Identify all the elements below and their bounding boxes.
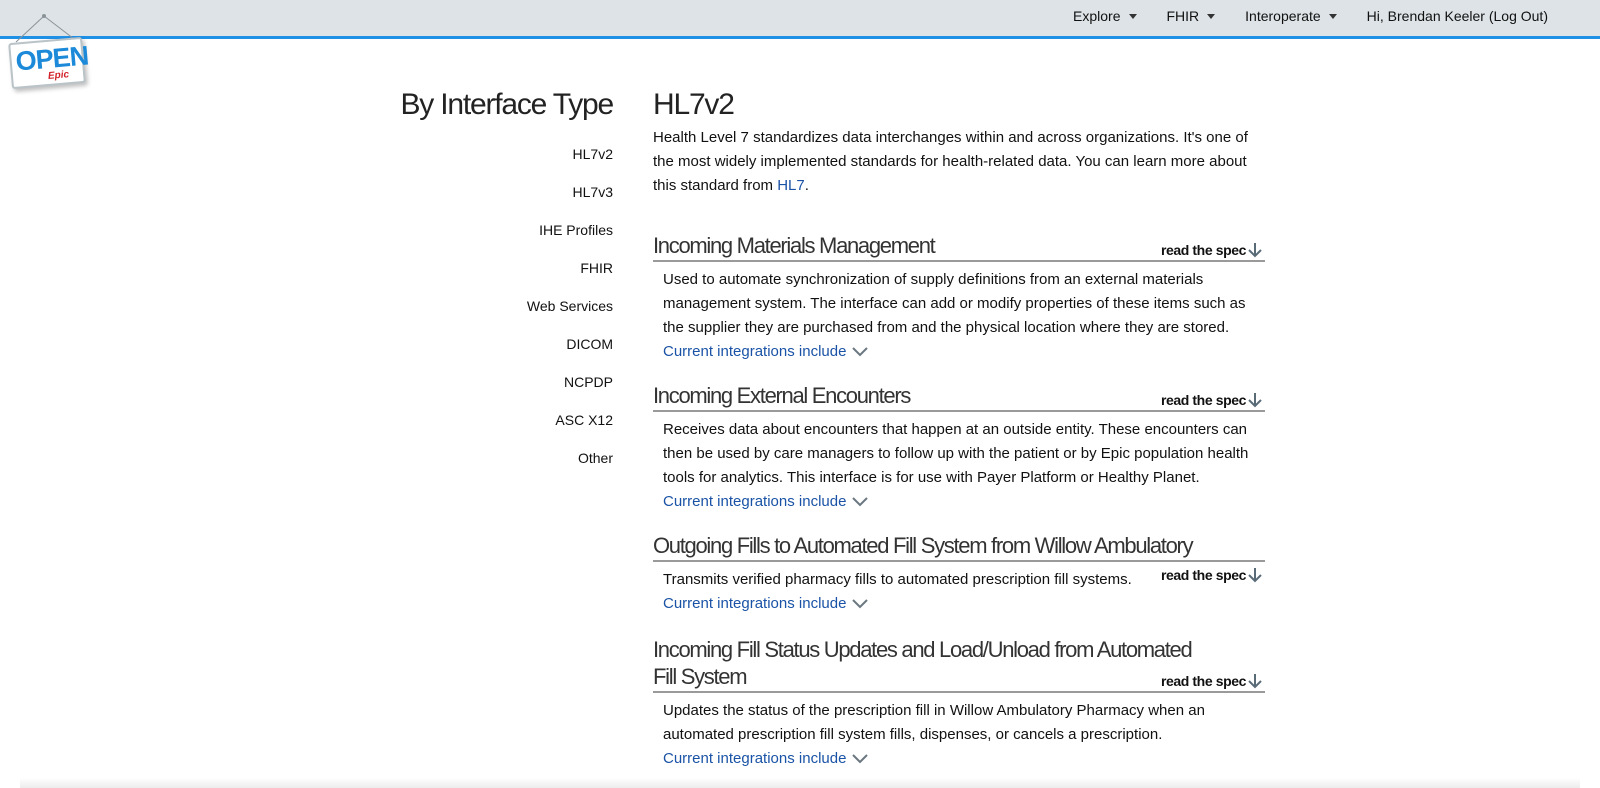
sidebar-item-ncpdp[interactable]: NCPDP	[527, 374, 613, 412]
sidebar-item-dicom[interactable]: DICOM	[527, 336, 613, 374]
sidebar-item-web-services[interactable]: Web Services	[527, 298, 613, 336]
nav-explore-label: Explore	[1073, 8, 1121, 24]
sidebar-item-fhir[interactable]: FHIR	[527, 260, 613, 298]
sidebar-item-hl7v3[interactable]: HL7v3	[527, 184, 613, 222]
user-logout-link[interactable]: Hi, Brendan Keeler (Log Out)	[1367, 8, 1548, 24]
arrow-down-icon	[1248, 568, 1262, 583]
nav-interoperate[interactable]: Interoperate	[1245, 8, 1337, 24]
chevron-down-icon	[852, 599, 869, 609]
integrations-label: Current integrations include	[663, 595, 847, 612]
section-body: Receives data about encounters that happ…	[653, 412, 1265, 514]
sidebar-item-asc-x12[interactable]: ASC X12	[527, 412, 613, 450]
read-spec-link[interactable]: read the spec	[1161, 672, 1263, 689]
section-body: Updates the status of the prescription f…	[653, 693, 1265, 771]
read-spec-label: read the spec	[1160, 241, 1246, 258]
current-integrations-toggle[interactable]: Current integrations include	[663, 747, 869, 771]
nav-fhir-label: FHIR	[1166, 8, 1200, 24]
sidebar-item-hl7v2[interactable]: HL7v2	[527, 146, 613, 184]
section-header: Incoming External Encounters read the sp…	[653, 382, 1265, 412]
current-integrations-toggle[interactable]: Current integrations include	[663, 592, 869, 616]
bottom-fade	[20, 778, 1580, 788]
section-header: Incoming Materials Management read the s…	[653, 232, 1265, 262]
nav-explore[interactable]: Explore	[1073, 8, 1137, 24]
read-spec-link[interactable]: read the spec	[1161, 391, 1263, 408]
page-title: HL7v2	[653, 88, 735, 121]
section-description: Receives data about encounters that happ…	[663, 421, 1249, 486]
caret-down-icon	[1207, 13, 1216, 19]
integrations-label: Current integrations include	[663, 750, 847, 767]
current-integrations-toggle[interactable]: Current integrations include	[663, 340, 869, 364]
chevron-down-icon	[852, 497, 869, 507]
section-title: Incoming External Encounters	[653, 383, 911, 408]
section-description: Updates the status of the prescription f…	[663, 702, 1205, 743]
sidebar-nav: HL7v2 HL7v3 IHE Profiles FHIR Web Servic…	[527, 146, 613, 488]
integrations-label: Current integrations include	[663, 493, 847, 510]
chevron-down-icon	[852, 754, 869, 764]
hl7-link[interactable]: HL7	[777, 177, 805, 194]
section-header: Incoming Fill Status Updates and Load/Un…	[653, 636, 1265, 693]
interface-section: Incoming Fill Status Updates and Load/Un…	[653, 636, 1265, 771]
intro-text: Health Level 7 standardizes data interch…	[653, 129, 1248, 194]
main-content: HL7v2 Health Level 7 standardizes data i…	[653, 88, 1265, 198]
sidebar-item-other[interactable]: Other	[527, 450, 613, 488]
read-spec-label: read the spec	[1160, 672, 1246, 689]
section-body: Used to automate synchronization of supp…	[653, 262, 1265, 364]
read-spec-label: read the spec	[1160, 391, 1246, 408]
caret-down-icon	[1328, 13, 1337, 19]
section-title: Outgoing Fills to Automated Fill System …	[653, 533, 1194, 558]
arrow-down-icon	[1248, 393, 1262, 408]
section-title: Incoming Materials Management	[653, 233, 936, 258]
main-nav: Explore FHIR Interoperate Hi, Brendan Ke…	[1043, 8, 1548, 24]
open-sign: OPEN Epic	[8, 36, 89, 90]
intro-end: .	[804, 177, 809, 194]
section-title: Incoming Fill Status Updates and Load/Un…	[653, 637, 1193, 689]
sidebar-item-ihe-profiles[interactable]: IHE Profiles	[527, 222, 613, 260]
arrow-down-icon	[1248, 674, 1262, 689]
logo-epic-text: Epic	[47, 69, 70, 82]
section-description: Used to automate synchronization of supp…	[663, 271, 1246, 336]
nav-fhir[interactable]: FHIR	[1167, 8, 1216, 24]
arrow-down-icon	[1248, 243, 1262, 258]
read-spec-link[interactable]: read the spec	[1161, 566, 1263, 583]
section-header: Outgoing Fills to Automated Fill System …	[653, 532, 1265, 562]
read-spec-label: read the spec	[1160, 566, 1246, 583]
interface-section: Incoming Materials Management read the s…	[653, 232, 1265, 364]
read-spec-link[interactable]: read the spec	[1161, 241, 1263, 258]
interface-section: Outgoing Fills to Automated Fill System …	[653, 532, 1265, 616]
chevron-down-icon	[852, 347, 869, 357]
integrations-label: Current integrations include	[663, 343, 847, 360]
intro-paragraph: Health Level 7 standardizes data interch…	[653, 126, 1265, 198]
top-navigation-bar: Explore FHIR Interoperate Hi, Brendan Ke…	[0, 0, 1600, 39]
nav-interoperate-label: Interoperate	[1245, 8, 1321, 24]
caret-down-icon	[1128, 13, 1137, 19]
interface-section: Incoming External Encounters read the sp…	[653, 382, 1265, 514]
open-epic-logo[interactable]: OPEN Epic	[8, 12, 89, 90]
current-integrations-toggle[interactable]: Current integrations include	[663, 490, 869, 514]
sidebar-title: By Interface Type	[400, 88, 614, 121]
